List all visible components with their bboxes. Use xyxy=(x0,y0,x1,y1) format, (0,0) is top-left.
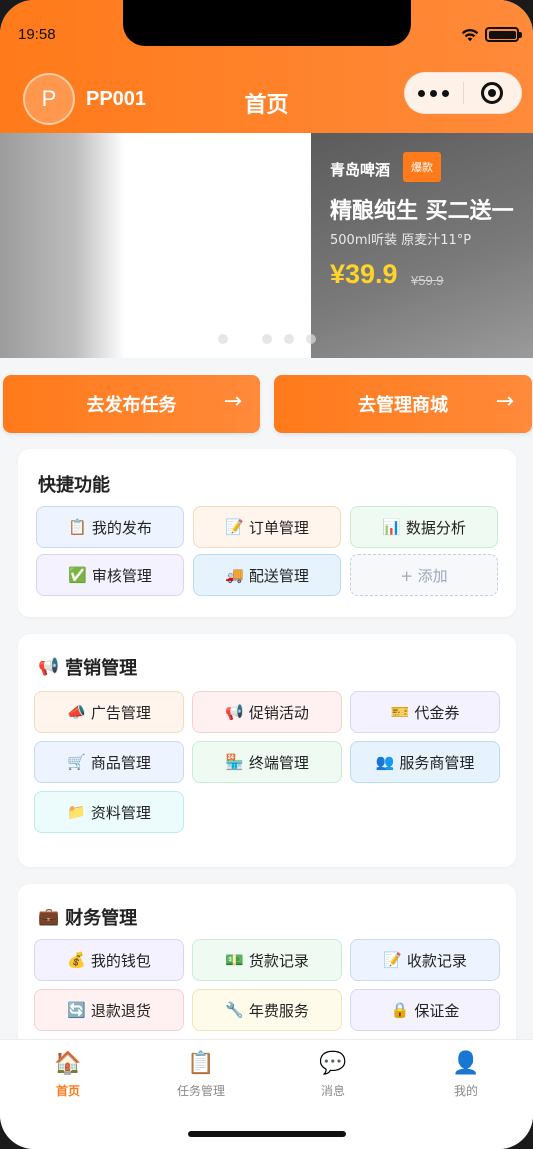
promo-banner[interactable]: 青岛啤酒 爆款 精酿纯生 买二送一 500ml听装 原麦汁11°P ¥39.9 … xyxy=(0,133,533,358)
marketing-item-providers[interactable]: 👥 服务商管理 xyxy=(350,741,500,783)
quick-item-delivery[interactable]: 🚚 配送管理 xyxy=(193,554,341,596)
marketing-item-terminals[interactable]: 🏪 终端管理 xyxy=(192,741,342,783)
money-bag-icon: 💰 xyxy=(67,951,86,969)
banner-slide-current[interactable]: 青岛啤酒 爆款 精酿纯生 买二送一 500ml听装 原麦汁11°P ¥39.9 … xyxy=(311,133,533,358)
arrow-right-icon: → xyxy=(223,389,242,414)
wrench-icon: 🔧 xyxy=(225,1001,244,1019)
refresh-icon: 🔄 xyxy=(67,1001,86,1019)
tab-home[interactable]: 🏠 首页 xyxy=(28,1050,108,1099)
status-time: 19:58 xyxy=(18,26,56,43)
lock-icon: 🔒 xyxy=(390,1001,410,1019)
hot-badge: 爆款 xyxy=(403,152,441,182)
app-header: 19:58 P PP001 首页 xyxy=(0,0,533,133)
quick-functions-title: 快捷功能 xyxy=(38,475,110,496)
megaphone-icon: 📢 xyxy=(38,657,60,677)
carousel-dot[interactable] xyxy=(306,334,316,344)
quick-grid: 📋 我的发布 📝 订单管理 📊 数据分析 ✅ 审核管理 🚚 配送管理 + 添加 xyxy=(36,506,498,596)
marketing-item-promotions[interactable]: 📢 促销活动 xyxy=(192,691,342,733)
arrow-right-icon: → xyxy=(495,389,514,414)
marketing-item-products[interactable]: 🛒 商品管理 xyxy=(34,741,184,783)
quick-functions-card: 快捷功能 📋 我的发布 📝 订单管理 📊 数据分析 ✅ 审核管理 🚚 配送管理 + 添加 xyxy=(18,449,516,617)
wifi-icon xyxy=(461,28,479,41)
action-row: 去发布任务 → 去管理商城 → xyxy=(3,375,533,433)
quick-item-review[interactable]: ✅ 审核管理 xyxy=(36,554,184,596)
finance-item-receipt-records[interactable]: 📝 收款记录 xyxy=(350,939,500,981)
manage-mall-label: 去管理商城 xyxy=(358,395,448,416)
mini-program-capsule xyxy=(404,72,522,114)
tab-mine[interactable]: 👤 我的 xyxy=(426,1050,506,1099)
close-target-icon[interactable] xyxy=(463,82,521,104)
folder-icon: 📁 xyxy=(67,803,86,821)
ticket-icon: 🎫 xyxy=(390,703,410,721)
check-icon: ✅ xyxy=(68,566,87,584)
finance-grid: 💰 我的钱包 💵 货款记录 📝 收款记录 🔄 退款退货 🔧 年费服务 🔒 保证金 xyxy=(34,939,500,1031)
store-icon: 🏪 xyxy=(225,753,244,771)
marketing-item-materials[interactable]: 📁 资料管理 xyxy=(34,791,184,833)
status-icons xyxy=(461,27,522,42)
tab-messages[interactable]: 💬 消息 xyxy=(293,1050,373,1099)
marketing-card: 📢 营销管理 📣 广告管理 📢 促销活动 🎫 代金券 🛒 商品管理 🏪 终端管理 👥 服务商… xyxy=(18,634,516,867)
clipboard-icon: 📋 xyxy=(187,1051,215,1076)
finance-item-deposit[interactable]: 🔒 保证金 xyxy=(350,989,500,1031)
finance-item-annual-fee[interactable]: 🔧 年费服务 xyxy=(192,989,342,1031)
finance-item-refunds[interactable]: 🔄 退款退货 xyxy=(34,989,184,1031)
manage-mall-button[interactable]: 去管理商城 → xyxy=(274,375,532,433)
bottom-tab-bar: 🏠 首页 📋 任务管理 💬 消息 👤 我的 xyxy=(0,1039,533,1149)
carousel-dot[interactable] xyxy=(218,334,228,344)
quick-item-orders[interactable]: 📝 订单管理 xyxy=(193,506,341,548)
marketing-grid: 📣 广告管理 📢 促销活动 🎫 代金券 🛒 商品管理 🏪 终端管理 👥 服务商管理 📁 资料管… xyxy=(34,691,500,833)
home-icon: 🏠 xyxy=(54,1051,82,1076)
quick-item-analytics[interactable]: 📊 数据分析 xyxy=(350,506,498,548)
megaphone-icon: 📣 xyxy=(67,703,86,721)
home-indicator xyxy=(188,1131,346,1137)
publish-task-button[interactable]: 去发布任务 → xyxy=(3,375,260,433)
bar-chart-icon: 📊 xyxy=(382,518,401,536)
banner-brand: 青岛啤酒 xyxy=(330,161,391,179)
chat-icon: 💬 xyxy=(319,1051,347,1076)
publish-task-label: 去发布任务 xyxy=(86,395,177,416)
carousel-dot[interactable] xyxy=(240,334,250,344)
finance-item-payment-records[interactable]: 💵 货款记录 xyxy=(192,939,342,981)
loudspeaker-icon: 📢 xyxy=(225,703,244,721)
banner-subtitle: 500ml听装 原麦汁11°P xyxy=(330,233,472,248)
banner-old-price: ¥59.9 xyxy=(411,273,444,288)
users-icon: 👥 xyxy=(375,753,395,771)
tab-tasks[interactable]: 📋 任务管理 xyxy=(161,1050,241,1099)
briefcase-icon: 💼 xyxy=(38,907,60,927)
memo-icon: 📝 xyxy=(225,518,244,536)
memo-icon: 📝 xyxy=(383,951,402,969)
carousel-dot[interactable] xyxy=(262,334,272,344)
marketing-title: 📢 营销管理 xyxy=(38,657,138,679)
banner-slide-prev xyxy=(0,133,125,358)
finance-title: 💼 财务管理 xyxy=(38,907,138,929)
more-icon[interactable] xyxy=(405,89,463,97)
marketing-item-ads[interactable]: 📣 广告管理 xyxy=(34,691,184,733)
clipboard-icon: 📋 xyxy=(68,518,87,536)
battery-icon xyxy=(485,27,522,42)
device-notch xyxy=(123,0,411,46)
cart-icon: 🛒 xyxy=(67,753,86,771)
banner-title: 精酿纯生 买二送一 xyxy=(330,199,514,224)
carousel-dot[interactable] xyxy=(284,334,294,344)
carousel-indicator xyxy=(218,334,316,344)
phone-screen: 19:58 P PP001 首页 青岛啤酒 爆款 精酿纯生 买二送一 500ml… xyxy=(0,0,533,1149)
banner-price: ¥39.9 xyxy=(330,259,398,289)
banknote-icon: 💵 xyxy=(225,951,244,969)
quick-item-add-button[interactable]: + 添加 xyxy=(350,554,498,596)
marketing-item-vouchers[interactable]: 🎫 代金券 xyxy=(350,691,500,733)
finance-item-wallet[interactable]: 💰 我的钱包 xyxy=(34,939,184,981)
truck-icon: 🚚 xyxy=(225,566,244,584)
quick-item-my-posts[interactable]: 📋 我的发布 xyxy=(36,506,184,548)
user-icon: 👤 xyxy=(452,1051,480,1076)
